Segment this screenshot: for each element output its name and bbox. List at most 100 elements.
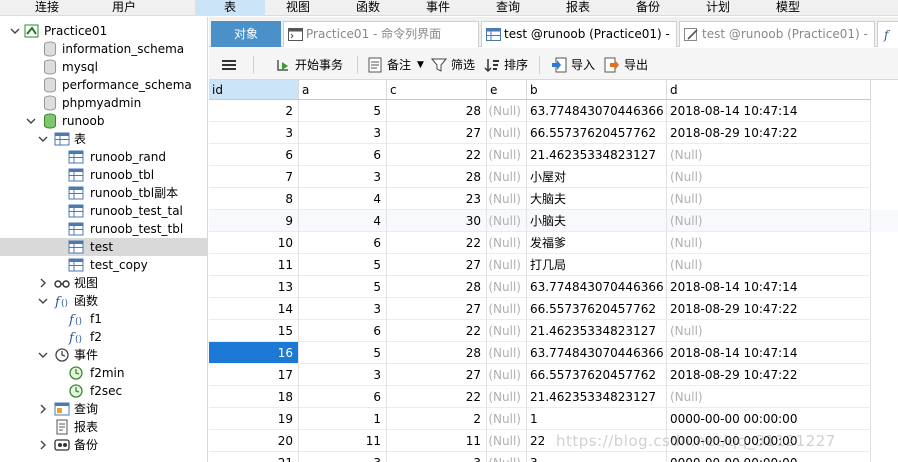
chevron-down-icon[interactable] — [26, 116, 36, 126]
column-header-c[interactable]: c — [387, 80, 487, 100]
table-row[interactable]: 13 5 28 (Null) 63.774843070446366 2018-08-14 … — [209, 276, 898, 298]
table-cell-d[interactable]: (Null) — [667, 232, 871, 254]
table-cell-d[interactable]: (Null) — [667, 188, 871, 210]
table-cell-id[interactable]: 20 — [209, 430, 299, 452]
table-cell-a[interactable]: 11 — [299, 430, 387, 452]
tree-database[interactable]: information_schema — [0, 40, 207, 58]
table-cell-b[interactable]: 大脑夫 — [527, 188, 667, 210]
table-cell-a[interactable]: 3 — [299, 122, 387, 144]
table-cell-d[interactable]: 2018-08-14 10:47:14 — [667, 342, 871, 364]
table-cell-a[interactable]: 3 — [299, 166, 387, 188]
table-cell-b[interactable]: 66.55737620457762 — [527, 298, 667, 320]
filter-button[interactable]: 筛选 — [430, 54, 479, 76]
table-cell-id[interactable]: 6 — [209, 144, 299, 166]
table-cell-e[interactable]: (Null) — [487, 188, 527, 210]
table-cell-a[interactable]: 4 — [299, 210, 387, 232]
table-cell-c[interactable]: 28 — [387, 342, 487, 364]
table-cell-e[interactable]: (Null) — [487, 254, 527, 276]
tree-table[interactable]: runoob_test_tal — [0, 202, 207, 220]
chevron-down-icon[interactable] — [38, 296, 48, 306]
table-cell-c[interactable]: 23 — [387, 188, 487, 210]
table-cell-e[interactable]: (Null) — [487, 320, 527, 342]
table-cell-id[interactable]: 7 — [209, 166, 299, 188]
table-cell-b[interactable]: 66.55737620457762 — [527, 364, 667, 386]
table-cell-c[interactable]: 2 — [387, 408, 487, 430]
tree-table[interactable]: runoob_test_tbl — [0, 220, 207, 238]
table-row[interactable]: 15 6 22 (Null) 21.46235334823127 (Null) — [209, 320, 898, 342]
tab-objects[interactable]: 对象 — [211, 21, 281, 47]
table-cell-e[interactable]: (Null) — [487, 166, 527, 188]
table-cell-e[interactable]: (Null) — [487, 100, 527, 122]
table-cell-d[interactable]: (Null) — [667, 210, 871, 232]
chevron-right-icon[interactable] — [38, 440, 48, 450]
table-cell-c[interactable]: 22 — [387, 144, 487, 166]
table-row[interactable]: 11 5 27 (Null) 打几局 (Null) — [209, 254, 898, 276]
tree-database[interactable]: phpmyadmin — [0, 94, 207, 112]
import-button[interactable]: 导入 — [551, 54, 599, 76]
table-row[interactable]: 14 3 27 (Null) 66.55737620457762 2018-08-29 1… — [209, 298, 898, 320]
table-cell-e[interactable]: (Null) — [487, 276, 527, 298]
tree-views-group[interactable]: 视图 — [0, 274, 207, 292]
table-cell-b[interactable]: 63.774843070446366 — [527, 276, 667, 298]
table-cell-e[interactable]: (Null) — [487, 386, 527, 408]
table-cell-id[interactable]: 3 — [209, 122, 299, 144]
table-cell-a[interactable]: 6 — [299, 144, 387, 166]
tree-database-runoob[interactable]: runoob — [0, 112, 207, 130]
table-cell-id[interactable]: 2 — [209, 100, 299, 122]
table-cell-e[interactable]: (Null) — [487, 430, 527, 452]
tree-event[interactable]: f2min — [0, 364, 207, 382]
table-cell-b[interactable]: 发福爹 — [527, 232, 667, 254]
menu-report[interactable]: 报表 — [552, 0, 604, 16]
table-cell-id[interactable]: 11 — [209, 254, 299, 276]
table-row[interactable]: 19 1 2 (Null) 1 0000-00-00 00:00:00 — [209, 408, 898, 430]
tab-command-line[interactable]: Practice01 - 命令列界面 — [283, 21, 479, 47]
column-header-e[interactable]: e — [487, 80, 527, 100]
table-cell-d[interactable]: 2018-08-29 10:47:22 — [667, 364, 871, 386]
table-cell-c[interactable]: 22 — [387, 386, 487, 408]
table-cell-c[interactable]: 22 — [387, 320, 487, 342]
memo-button[interactable]: 备注 ▼ — [367, 54, 427, 76]
menu-button[interactable] — [221, 54, 243, 76]
table-cell-b[interactable]: 打几局 — [527, 254, 667, 276]
table-cell-e[interactable]: (Null) — [487, 408, 527, 430]
tree-table[interactable]: runoob_rand — [0, 148, 207, 166]
tree-database[interactable]: performance_schema — [0, 76, 207, 94]
table-row[interactable]: 3 3 27 (Null) 66.55737620457762 2018-08-29 10… — [209, 122, 898, 144]
tree-connection[interactable]: Practice01 — [0, 22, 207, 40]
chevron-right-icon[interactable] — [38, 404, 48, 414]
table-cell-b[interactable]: 63.774843070446366 — [527, 100, 667, 122]
table-row[interactable]: 7 3 28 (Null) 小屋对 (Null) — [209, 166, 898, 188]
table-cell-id[interactable]: 13 — [209, 276, 299, 298]
table-cell-c[interactable]: 11 — [387, 430, 487, 452]
table-row[interactable]: 6 6 22 (Null) 21.46235334823127 (Null) — [209, 144, 898, 166]
tree-queries-group[interactable]: 查询 — [0, 400, 207, 418]
table-cell-b[interactable]: 21.46235334823127 — [527, 320, 667, 342]
chevron-down-icon[interactable] — [10, 26, 20, 36]
table-cell-d[interactable]: 2018-08-29 10:47:22 — [667, 122, 871, 144]
table-cell-c[interactable]: 30 — [387, 210, 487, 232]
menu-connection[interactable]: 连接 — [22, 0, 72, 16]
chevron-down-icon[interactable] — [38, 134, 48, 144]
table-cell-id[interactable]: 17 — [209, 364, 299, 386]
table-cell-id[interactable]: 9 — [209, 210, 299, 232]
menu-event[interactable]: 事件 — [412, 0, 464, 16]
tree-table-selected[interactable]: test — [0, 238, 207, 256]
table-cell-b[interactable]: 3 — [527, 452, 667, 462]
table-cell-a[interactable]: 6 — [299, 320, 387, 342]
table-cell-d[interactable]: (Null) — [667, 254, 871, 276]
tree-functions-group[interactable]: f() 函数 — [0, 292, 207, 310]
table-cell-d[interactable]: (Null) — [667, 166, 871, 188]
table-row[interactable]: 18 6 22 (Null) 21.46235334823127 (Null) — [209, 386, 898, 408]
table-cell-e[interactable]: (Null) — [487, 298, 527, 320]
table-cell-e[interactable]: (Null) — [487, 144, 527, 166]
table-row[interactable]: 16 5 28 (Null) 63.774843070446366 2018-08-14 … — [209, 342, 898, 364]
begin-transaction-button[interactable]: 开始事务 — [275, 54, 355, 76]
table-cell-a[interactable]: 5 — [299, 342, 387, 364]
column-header-b[interactable]: b — [527, 80, 667, 100]
table-cell-e[interactable]: (Null) — [487, 342, 527, 364]
table-cell-a[interactable]: 4 — [299, 188, 387, 210]
tree-table[interactable]: runoob_tbl — [0, 166, 207, 184]
table-cell-c[interactable]: 28 — [387, 166, 487, 188]
table-cell-a[interactable]: 5 — [299, 100, 387, 122]
table-cell-c[interactable]: 28 — [387, 100, 487, 122]
